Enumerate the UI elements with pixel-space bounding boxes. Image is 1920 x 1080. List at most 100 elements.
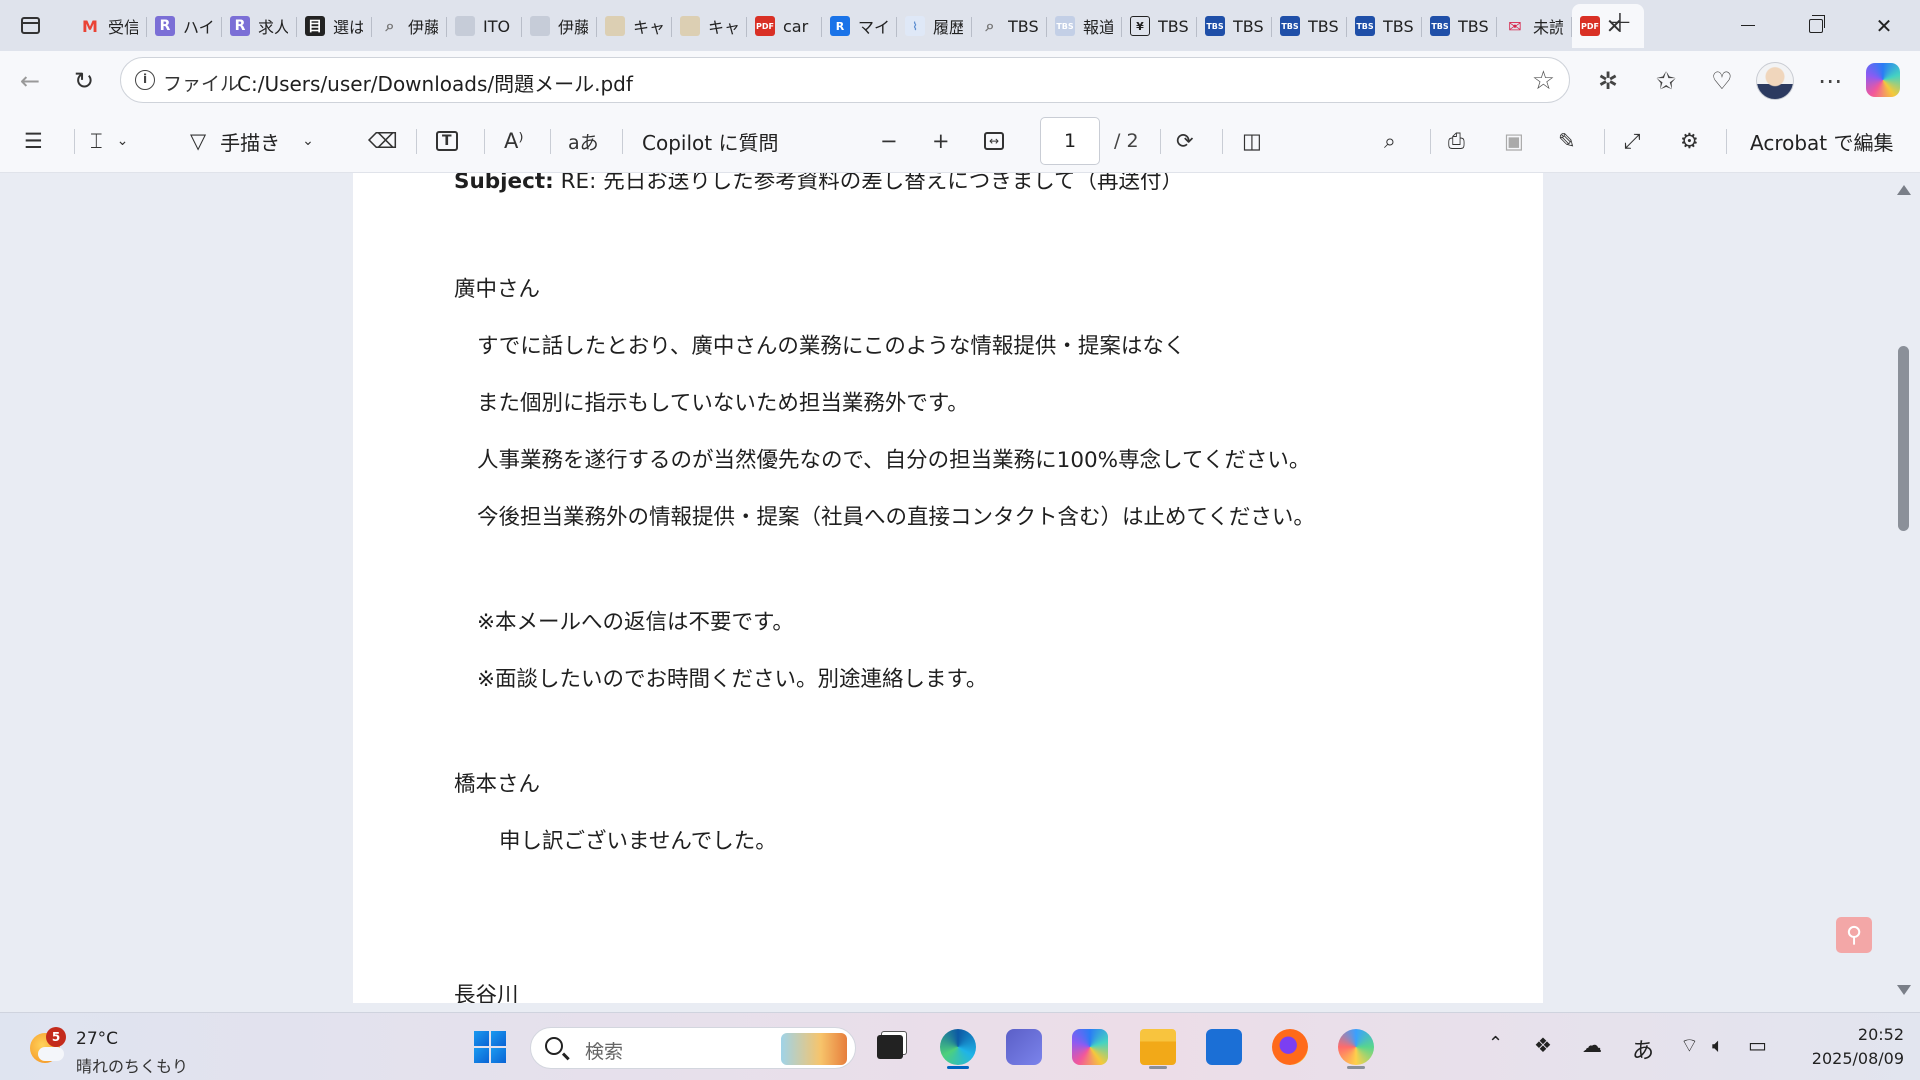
restore-button[interactable]	[1782, 0, 1850, 51]
profile-avatar[interactable]	[1756, 62, 1794, 100]
tab-actions-button[interactable]	[12, 10, 48, 40]
tab-title: TBS	[1458, 16, 1488, 36]
browser-tab[interactable]: PDF car	[747, 4, 822, 48]
volume-icon[interactable]: 🔈︎	[1712, 1033, 1724, 1057]
notification-badge: 5	[46, 1027, 66, 1047]
address-bar[interactable]: i ファイル C:/Users/user/Downloads/問題メール.pdf…	[120, 57, 1570, 103]
edit-in-acrobat-button[interactable]: Acrobat で編集	[1750, 126, 1894, 156]
clock[interactable]: 20:52 2025/08/09	[1794, 1023, 1904, 1071]
address-url[interactable]: C:/Users/user/Downloads/問題メール.pdf	[237, 68, 633, 97]
browser-tab[interactable]: ITO	[447, 4, 522, 48]
contents-button[interactable]: ☰	[24, 126, 43, 156]
show-hidden-icons-chevron-icon[interactable]: ⌃	[1488, 1033, 1503, 1054]
close-window-button[interactable]: ✕	[1850, 0, 1918, 51]
browser-tab[interactable]: 伊藤	[522, 4, 597, 48]
scroll-down-icon[interactable]	[1897, 985, 1911, 995]
teams-taskbar-button[interactable]	[1000, 1023, 1048, 1071]
salutation: 橋本さん	[454, 772, 541, 797]
dropbox-icon[interactable]: ❖	[1534, 1033, 1552, 1057]
address-scheme-label: ファイル	[163, 73, 240, 95]
erase-button[interactable]: ⌫	[368, 126, 398, 156]
browser-tab[interactable]: R マイ	[822, 4, 897, 48]
store-taskbar-button[interactable]	[1200, 1023, 1248, 1071]
wifi-icon[interactable]: ⌔	[1680, 1033, 1699, 1058]
edge-taskbar-button[interactable]	[934, 1023, 982, 1071]
browser-tab[interactable]: ⌇ 履歴	[897, 4, 972, 48]
fullscreen-button[interactable]: ⤢	[1624, 126, 1641, 156]
save-as-button[interactable]: ✎	[1558, 126, 1576, 156]
more-menu-button[interactable]: ⋯	[1812, 63, 1848, 99]
copilot-taskbar-button[interactable]	[1066, 1023, 1114, 1071]
add-text-button[interactable]: T	[436, 126, 458, 156]
fit-width-button[interactable]: ↔	[984, 126, 1005, 156]
favorite-star-icon[interactable]: ☆	[1532, 66, 1555, 96]
onedrive-icon[interactable]: ☁	[1582, 1033, 1602, 1057]
save-button[interactable]: ▣	[1504, 126, 1524, 156]
pdf-viewer[interactable]: Subject: RE: 先日お送りした参考資料の差し替えにつきまして（再送付）…	[0, 173, 1920, 1003]
weather-widget[interactable]: 5 27°C 晴れのちくもり	[26, 1023, 196, 1076]
read-aloud-button[interactable]: A⁾	[504, 126, 524, 156]
highlight-button[interactable]: ⌶ ⌄	[90, 126, 128, 156]
back-button[interactable]: ←	[12, 63, 48, 99]
paint-taskbar-button[interactable]	[1332, 1023, 1380, 1071]
browser-tab[interactable]: R 求人	[222, 4, 297, 48]
browser-tab[interactable]: R ハイ	[147, 4, 222, 48]
browser-tab[interactable]: ¥ TBS	[1122, 4, 1197, 48]
browser-tab[interactable]: ⌕ 伊藤	[372, 4, 447, 48]
running-indicator	[1347, 1066, 1365, 1069]
body-line: すでに話したとおり、廣中さんの業務にこのような情報提供・提案はなく	[477, 334, 1186, 359]
browser-tab[interactable]: TBS 報道	[1047, 4, 1122, 48]
vertical-scrollbar[interactable]	[1896, 173, 1912, 1003]
print-button[interactable]: ⎙	[1448, 126, 1465, 156]
scroll-thumb[interactable]	[1898, 346, 1909, 531]
mail-icon: ✉	[1508, 16, 1522, 36]
site-icon	[530, 16, 550, 36]
browser-tab[interactable]: キャ	[597, 4, 672, 48]
search-placeholder: 検索	[585, 1041, 624, 1063]
browser-tab[interactable]: ⌕ TBS	[972, 4, 1047, 48]
settings-button[interactable]: ⚙	[1680, 126, 1699, 156]
minimize-button[interactable]	[1714, 0, 1782, 51]
page-number-input[interactable]: 1	[1040, 117, 1100, 165]
translate-button[interactable]: aあ	[568, 126, 599, 156]
ask-copilot-label: Copilot に質問	[642, 130, 779, 155]
tab-strip: M 受信 R ハイ R 求人 目選は ⌕ 伊藤 ITO 伊藤 キャ キャ PDF car …	[0, 0, 1920, 51]
search-button[interactable]: ⌕	[1384, 126, 1396, 156]
battery-icon[interactable]: ▭	[1748, 1033, 1767, 1057]
document-icon: 目	[305, 16, 325, 36]
tab-title: TBS	[1158, 16, 1188, 36]
extensions-button[interactable]: ✲	[1590, 63, 1626, 99]
ask-copilot-button[interactable]: Copilot に質問	[642, 126, 778, 156]
info-icon[interactable]: i	[135, 70, 155, 90]
browser-essentials-button[interactable]: ♡	[1704, 63, 1740, 99]
file-explorer-taskbar-button[interactable]	[1134, 1023, 1182, 1071]
task-view-button[interactable]	[866, 1023, 914, 1071]
taskbar: 5 27°C 晴れのちくもり 検索 ⌃ ❖ ☁ あ ⌔ 🔈︎ ▭ 20:52 2…	[0, 1012, 1920, 1080]
browser-tab[interactable]: 目選は	[297, 4, 372, 48]
taskbar-search[interactable]: 検索	[530, 1027, 856, 1069]
browser-tab[interactable]: TBS TBS	[1272, 4, 1347, 48]
new-tab-button[interactable]: +	[1602, 6, 1638, 42]
zoom-out-button[interactable]: −	[880, 126, 898, 156]
browser-tab[interactable]: ✉ 未読	[1497, 4, 1572, 48]
page-view-button[interactable]: ◫	[1242, 126, 1262, 156]
refresh-button[interactable]: ↻	[66, 63, 102, 99]
browser-tab[interactable]: TBS TBS	[1422, 4, 1497, 48]
tab-title: TBS	[1308, 16, 1338, 36]
browser-tab[interactable]: TBS TBS	[1347, 4, 1422, 48]
rotate-button[interactable]: ⟳	[1176, 126, 1194, 156]
ime-indicator[interactable]: あ	[1632, 1033, 1654, 1065]
page-total: / 2	[1114, 130, 1139, 152]
favorites-button[interactable]: ✩	[1648, 63, 1684, 99]
browser-tab[interactable]: M 受信	[72, 4, 147, 48]
zoom-in-button[interactable]: +	[932, 126, 950, 156]
scroll-up-icon[interactable]	[1897, 185, 1911, 195]
acrobat-icon[interactable]: ⚲	[1836, 917, 1872, 953]
copilot-icon[interactable]	[1866, 63, 1900, 97]
start-button[interactable]	[466, 1023, 514, 1071]
draw-button[interactable]: ▽ 手描き ⌄	[190, 126, 314, 156]
browser-tab[interactable]: キャ	[672, 4, 747, 48]
pdf-icon: PDF	[755, 16, 775, 36]
firefox-taskbar-button[interactable]	[1266, 1023, 1314, 1071]
browser-tab[interactable]: TBS TBS	[1197, 4, 1272, 48]
